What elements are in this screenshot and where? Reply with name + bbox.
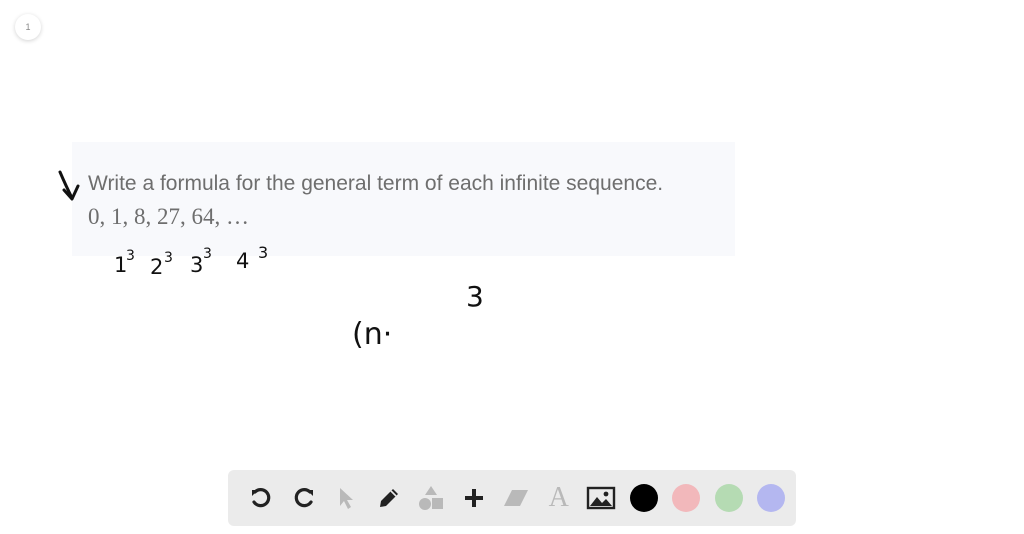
handwriting-canvas: 1 3 2 3 3 3 4 3 (n· 3	[58, 170, 484, 352]
undo-icon	[252, 488, 271, 508]
question-sequence: 0, 1, 8, 27, 64, …	[88, 204, 249, 229]
eraser-button[interactable]	[495, 477, 538, 519]
image-button[interactable]	[580, 477, 623, 519]
add-button[interactable]	[453, 477, 496, 519]
question-card: Write a formula for the general term of …	[72, 142, 735, 256]
formula-exponent: 3	[466, 280, 484, 313]
shapes-button[interactable]	[410, 477, 453, 519]
page-number-badge: 1	[15, 14, 41, 40]
color-pink-swatch	[672, 484, 701, 512]
pointer-icon	[340, 488, 354, 509]
drawing-toolbar: A	[228, 470, 796, 526]
text-icon: A	[548, 482, 569, 513]
add-icon	[464, 489, 483, 507]
page-number: 1	[25, 22, 31, 32]
color-green-button[interactable]	[708, 477, 751, 519]
cube-1-base: 1	[114, 253, 127, 277]
shapes-icon	[419, 486, 444, 510]
image-icon	[587, 486, 616, 510]
cube-3-base: 3	[190, 253, 203, 277]
pen-button[interactable]	[368, 477, 411, 519]
redo-button[interactable]	[283, 477, 326, 519]
color-black-swatch	[629, 484, 658, 512]
undo-button[interactable]	[240, 477, 283, 519]
color-blue-swatch	[757, 484, 786, 512]
pointer-button[interactable]	[325, 477, 368, 519]
eraser-icon	[504, 490, 529, 506]
text-button[interactable]: A	[538, 477, 581, 519]
color-green-swatch	[714, 484, 743, 512]
color-black-button[interactable]	[623, 477, 666, 519]
color-pink-button[interactable]	[665, 477, 708, 519]
redo-icon	[294, 488, 313, 508]
pen-icon	[379, 489, 398, 507]
question-prompt: Write a formula for the general term of …	[88, 172, 664, 195]
cube-2-base: 2	[150, 255, 163, 279]
formula-text: (n·	[352, 317, 392, 352]
color-blue-button[interactable]	[750, 477, 793, 519]
